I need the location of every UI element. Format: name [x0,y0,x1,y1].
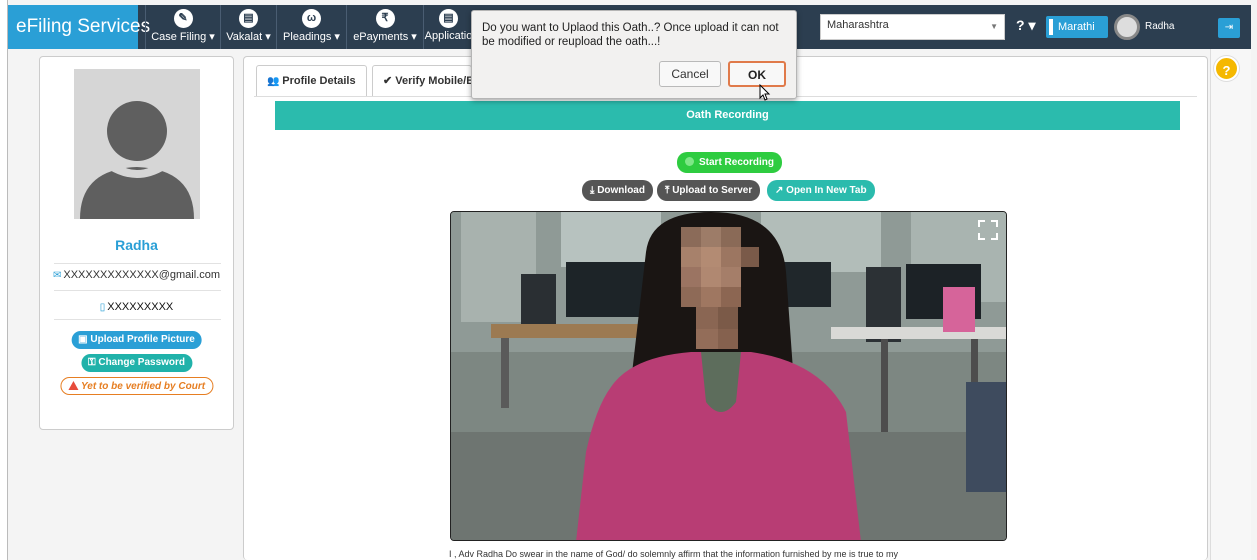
ok-button[interactable]: OK [728,61,786,87]
check-icon: ✔ [383,75,396,87]
start-recording-button[interactable]: Start Recording [677,152,783,173]
fullscreen-icon[interactable] [978,220,998,240]
start-recording-label: Start Recording [699,157,775,168]
state-select[interactable]: Maharashtra ▼ [820,14,1005,40]
nav-pleadings[interactable]: ω Pleadings ▾ [276,5,346,49]
nav-pleadings-label: Pleadings ▾ [283,31,340,43]
users-icon: 👥 [267,76,283,87]
upload-profile-picture-button[interactable]: ▣ Upload Profile Picture [71,331,202,349]
user-name[interactable]: Radha [1145,21,1174,32]
upload-to-server-button[interactable]: ⤒ Upload to Server [657,180,761,201]
image-icon: ▣ [78,334,91,345]
divider [54,290,221,291]
tab-profile-details[interactable]: 👥 Profile Details [256,65,367,97]
browser-left-edge [0,0,8,560]
webcam-frame-image [451,212,1006,540]
profile-avatar [74,69,200,219]
nav-applications-label: Applicatio [424,30,473,42]
key-icon: ⚿ [87,357,99,368]
profile-phone: ▯ XXXXXXXXX [40,301,233,313]
right-side-strip [1210,49,1251,560]
tab-verify-mobile-label: Verify Mobile/E [395,75,472,87]
change-password-label: Change Password [98,357,186,368]
oath-text: I , Adv Radha Do swear in the name of Go… [449,549,899,559]
tab-verify-mobile-email[interactable]: ✔ Verify Mobile/E [372,65,472,97]
warning-icon [67,381,78,390]
person-silhouette-icon [74,69,200,219]
verification-status-badge: Yet to be verified by Court [59,377,214,395]
cancel-button[interactable]: Cancel [659,61,721,87]
video-preview[interactable] [450,211,1007,541]
profile-name: Radha [115,237,158,253]
download-label: Download [597,185,645,196]
nav-case-filing-label: Case Filing ▾ [151,31,215,43]
external-link-icon: ↗ [775,185,787,196]
confirm-dialog: Do you want to Uplaod this Oath..? Once … [471,10,797,99]
profile-phone-text: XXXXXXXXX [107,301,174,313]
tab-profile-details-label: Profile Details [282,75,356,87]
nav-vakalat-label: Vakalat ▾ [226,31,271,43]
mouse-cursor-icon [759,84,771,101]
application-icon: ▤ [439,9,458,28]
mobile-icon: ▯ [99,302,106,313]
oath-recording-header: Oath Recording [275,101,1180,130]
nav-applications[interactable]: ▤ Applicatio [423,5,473,49]
main-panel: 👥 Profile Details ✔ Verify Mobile/E Oath… [243,56,1208,560]
pleadings-icon: ω [302,9,321,28]
profile-email-text: XXXXXXXXXXXXX@gmail.com [63,269,221,281]
state-select-value: Maharashtra [827,19,889,31]
logout-icon[interactable]: ⇥ [1218,18,1240,38]
profile-email: ✉ XXXXXXXXXXXXX@gmail.com [40,269,233,281]
language-toggle[interactable]: Marathi [1046,16,1108,38]
verification-status-label: Yet to be verified by Court [80,381,206,392]
divider [54,263,221,264]
help-badge[interactable]: ? [1214,56,1239,81]
divider [54,319,221,320]
user-avatar[interactable] [1114,14,1140,40]
case-filing-icon: ✎ [173,9,193,28]
upload-to-server-label: Upload to Server [672,185,753,196]
upload-profile-picture-label: Upload Profile Picture [90,334,195,345]
help-dropdown[interactable]: ? ▾ [1016,17,1035,34]
open-in-new-tab-label: Open In New Tab [786,185,867,196]
nav-case-filing[interactable]: ✎ Case Filing ▾ [145,5,220,49]
dialog-message: Do you want to Uplaod this Oath..? Once … [482,22,779,48]
epayments-icon: ₹ [375,9,395,28]
change-password-button[interactable]: ⚿ Change Password [80,354,193,372]
record-icon [685,157,694,166]
vakalat-icon: ▤ [239,9,258,28]
profile-card: Radha ✉ XXXXXXXXXXXXX@gmail.com ▯ XXXXXXXX… [39,56,234,430]
nav-vakalat[interactable]: ▤ Vakalat ▾ [220,5,276,49]
download-button[interactable]: ⤓ Download [582,180,653,201]
chevron-down-icon: ▼ [990,22,998,31]
open-in-new-tab-button[interactable]: ↗ Open In New Tab [767,180,875,201]
nav-epayments-label: ePayments ▾ [353,31,417,43]
brand-logo[interactable]: eFiling Services [8,5,150,49]
envelope-icon: ✉ [52,270,62,281]
nav-epayments[interactable]: ₹ ePayments ▾ [346,5,423,49]
